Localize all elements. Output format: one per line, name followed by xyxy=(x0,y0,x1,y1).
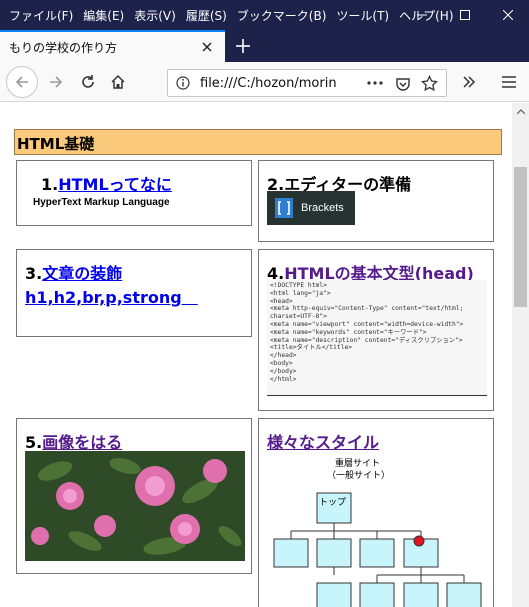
chevron-double-right-icon xyxy=(463,76,476,88)
card-editor: 2.エディターの準備 Brackets xyxy=(258,160,494,242)
pocket-icon[interactable] xyxy=(395,76,411,92)
window-controls xyxy=(400,0,529,30)
menu-tools[interactable]: ツール(T) xyxy=(331,7,394,24)
card-number: 3. xyxy=(25,264,43,283)
card-title: 様々なスタイル xyxy=(267,429,379,453)
maximize-icon xyxy=(459,10,470,20)
menu-bookmarks[interactable]: ブックマーク(B) xyxy=(232,7,332,24)
scroll-up-button[interactable] xyxy=(512,103,529,120)
page-actions-icon[interactable] xyxy=(367,81,383,85)
card-images: 5.画像をはる xyxy=(16,418,252,574)
code-line: <html lang="ja"> xyxy=(270,289,331,297)
plus-icon xyxy=(236,39,250,53)
home-button[interactable] xyxy=(104,68,132,96)
code-line: </body> xyxy=(270,367,297,375)
code-line: <meta name="keywords" content="キーワード"> xyxy=(270,328,427,336)
link-text-decoration[interactable]: 文章の装飾 xyxy=(42,264,122,283)
site-structure-diagram: 重層サイト （一般サイト） トップ xyxy=(273,457,482,607)
scrollbar-thumb[interactable] xyxy=(514,167,527,307)
card-styles: 様々なスタイル 重層サイト （一般サイト） トップ xyxy=(258,418,494,607)
title-bar: ファイル(F) 編集(E) 表示(V) 履歴(S) ブックマーク(B) ツール(… xyxy=(0,0,529,30)
card-number: 1. xyxy=(41,175,59,194)
forward-arrow-icon xyxy=(50,76,63,88)
tab-close-icon[interactable] xyxy=(199,39,215,55)
diagram-label-1: 重層サイト xyxy=(335,457,380,469)
diagram-label-2: （一般サイト） xyxy=(327,469,390,481)
home-icon xyxy=(111,74,125,89)
card-subtitle: HyperText Markup Language xyxy=(33,197,170,208)
menu-file[interactable]: ファイル(F) xyxy=(4,7,78,24)
hamburger-menu-button[interactable] xyxy=(495,68,523,96)
card-text-decoration: 3.文章の装飾 h1,h2,br,p,strong xyxy=(16,249,252,337)
camellia-photo xyxy=(25,451,245,561)
code-line: <!DOCTYPE html> xyxy=(270,282,327,289)
page-viewport[interactable]: HTML基礎 1.HTMLってなに HyperText Markup Langu… xyxy=(0,103,529,607)
back-arrow-icon xyxy=(15,76,28,88)
url-bar[interactable]: file:///C:/hozon/morin xyxy=(167,69,447,97)
code-line: charset=UTF-8"> xyxy=(270,313,327,321)
reload-button[interactable] xyxy=(74,68,102,96)
navigation-bar: file:///C:/hozon/morin xyxy=(0,62,529,102)
code-line: <body> xyxy=(270,359,293,367)
code-line: </html> xyxy=(270,375,297,383)
card-title: 5.画像をはる xyxy=(25,429,122,453)
minimize-icon xyxy=(416,14,427,16)
new-tab-button[interactable] xyxy=(227,30,259,62)
diagram-top-label: トップ xyxy=(319,497,346,508)
minimize-button[interactable] xyxy=(400,0,443,30)
code-line: <head> xyxy=(270,297,293,305)
close-window-button[interactable] xyxy=(486,0,529,30)
info-icon[interactable] xyxy=(176,76,190,90)
link-html-intro[interactable]: HTMLってなに xyxy=(58,175,172,194)
forward-button[interactable] xyxy=(42,68,70,96)
link-styles[interactable]: 様々なスタイル xyxy=(267,433,379,452)
code-line: </head> xyxy=(270,352,297,360)
card-basic-structure: 4.HTMLの基本文型(head) <!DOCTYPE html> <html l… xyxy=(258,249,494,411)
card-html-intro: 1.HTMLってなに HyperText Markup Language xyxy=(16,160,252,226)
reload-icon xyxy=(82,75,94,88)
back-button[interactable] xyxy=(6,66,38,98)
link-tags[interactable]: h1,h2,br,p,strong xyxy=(25,288,198,307)
page-heading: HTML基礎 xyxy=(14,129,502,155)
card-title: 3.文章の装飾 xyxy=(25,260,122,284)
brackets-logo-icon xyxy=(275,198,293,218)
code-screenshot: <!DOCTYPE html> <html lang="ja"> <head> <me… xyxy=(267,280,487,396)
code-line: <title>タイトル</title> xyxy=(270,344,353,352)
menu-edit[interactable]: 編集(E) xyxy=(78,7,129,24)
url-text[interactable]: file:///C:/hozon/morin xyxy=(200,76,360,91)
tab-title: もりの学校の作り方 xyxy=(9,40,118,55)
maximize-button[interactable] xyxy=(443,0,486,30)
bookmark-star-icon[interactable] xyxy=(421,75,438,92)
card-title: 1.HTMLってなに xyxy=(41,171,172,195)
chevron-up-icon xyxy=(516,109,525,114)
tab-strip: もりの学校の作り方 xyxy=(0,30,529,62)
hamburger-icon xyxy=(502,76,516,88)
brackets-banner: Brackets xyxy=(267,191,355,225)
brackets-label: Brackets xyxy=(301,202,344,214)
tab-active[interactable]: もりの学校の作り方 xyxy=(0,30,225,62)
card-title-line2: h1,h2,br,p,strong xyxy=(25,284,198,308)
close-icon xyxy=(502,10,513,20)
code-line: <meta name="viewport" content="width=dev… xyxy=(270,320,464,328)
card-number: 5. xyxy=(25,433,43,452)
overflow-menu-button[interactable] xyxy=(455,68,483,96)
menu-bar: ファイル(F) 編集(E) 表示(V) 履歴(S) ブックマーク(B) ツール(… xyxy=(0,0,459,30)
vertical-scrollbar[interactable] xyxy=(512,103,529,607)
menu-view[interactable]: 表示(V) xyxy=(129,7,181,24)
menu-history[interactable]: 履歴(S) xyxy=(181,7,232,24)
link-images[interactable]: 画像をはる xyxy=(42,433,122,452)
code-line: <meta http-equiv="Content-Type" content=… xyxy=(270,305,464,313)
